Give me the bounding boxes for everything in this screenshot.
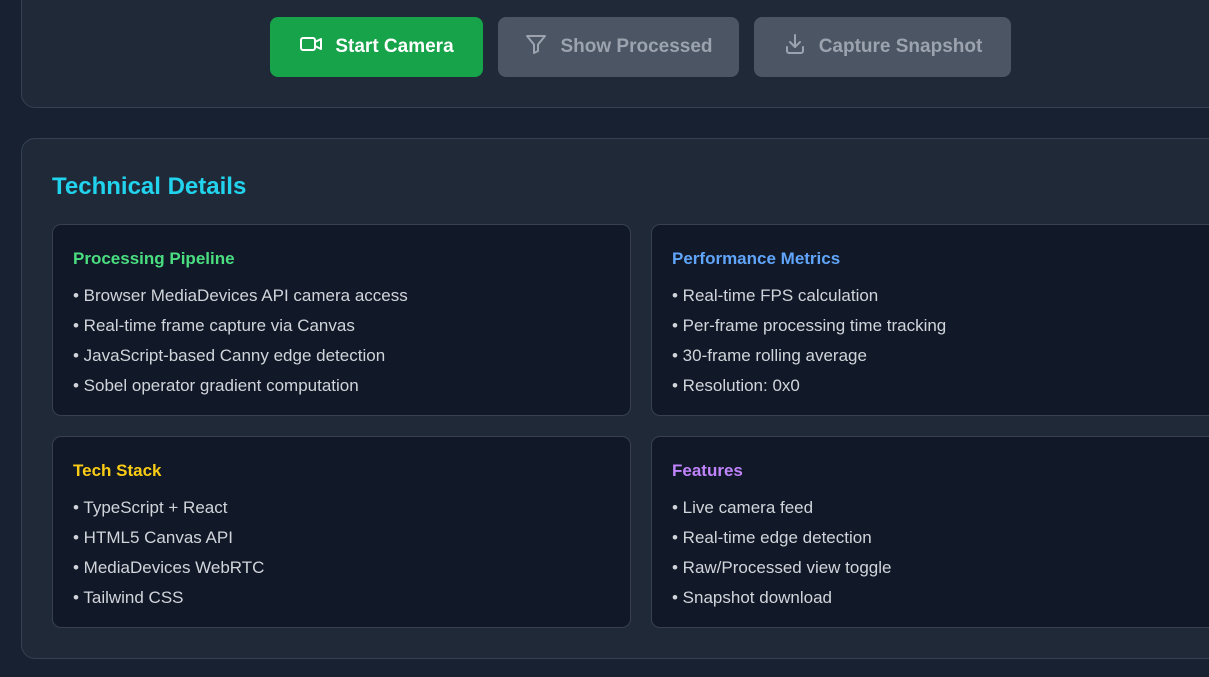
technical-details-title: Technical Details bbox=[52, 173, 247, 200]
capture-snapshot-label: Capture Snapshot bbox=[818, 36, 983, 57]
list-item: • Real-time edge detection bbox=[672, 528, 872, 547]
download-icon bbox=[783, 32, 807, 62]
list-item: • Live camera feed bbox=[672, 498, 814, 517]
processing-pipeline-card: Processing Pipeline • Browser MediaDevic… bbox=[52, 224, 631, 416]
card-title: Performance Metrics bbox=[672, 249, 841, 268]
filter-icon bbox=[524, 32, 548, 62]
list-item: • Per-frame processing time tracking bbox=[672, 316, 947, 335]
card-list: • Live camera feed • Real-time edge dete… bbox=[672, 493, 1209, 613]
card-list: • TypeScript + React • HTML5 Canvas API … bbox=[73, 493, 610, 613]
list-item: • 30-frame rolling average bbox=[672, 346, 867, 365]
list-item: • Real-time FPS calculation bbox=[672, 286, 879, 305]
card-title: Tech Stack bbox=[73, 461, 162, 480]
card-list: • Real-time FPS calculation • Per-frame … bbox=[672, 281, 1209, 401]
start-camera-label: Start Camera bbox=[335, 36, 454, 57]
show-processed-label: Show Processed bbox=[560, 36, 713, 57]
start-camera-button[interactable]: Start Camera bbox=[270, 17, 483, 77]
list-item: • Raw/Processed view toggle bbox=[672, 558, 892, 577]
list-item: • TypeScript + React bbox=[73, 498, 228, 517]
list-item: • JavaScript-based Canny edge detection bbox=[73, 346, 386, 365]
features-card: Features • Live camera feed • Real-time … bbox=[651, 436, 1209, 628]
video-camera-icon bbox=[299, 32, 323, 62]
list-item: • Sobel operator gradient computation bbox=[73, 376, 359, 395]
card-title: Features bbox=[672, 461, 743, 480]
list-item: • Real-time frame capture via Canvas bbox=[73, 316, 355, 335]
tech-stack-card: Tech Stack • TypeScript + React • HTML5 … bbox=[52, 436, 631, 628]
list-item: • Resolution: 0x0 bbox=[672, 376, 800, 395]
list-item: • MediaDevices WebRTC bbox=[73, 558, 265, 577]
list-item: • Tailwind CSS bbox=[73, 588, 184, 607]
list-item: • HTML5 Canvas API bbox=[73, 528, 233, 547]
show-processed-button[interactable]: Show Processed bbox=[498, 17, 739, 77]
list-item: • Browser MediaDevices API camera access bbox=[73, 286, 408, 305]
capture-snapshot-button[interactable]: Capture Snapshot bbox=[754, 17, 1011, 77]
performance-metrics-card: Performance Metrics • Real-time FPS calc… bbox=[651, 224, 1209, 416]
list-item: • Snapshot download bbox=[672, 588, 833, 607]
card-list: • Browser MediaDevices API camera access… bbox=[73, 281, 610, 401]
card-title: Processing Pipeline bbox=[73, 249, 235, 268]
